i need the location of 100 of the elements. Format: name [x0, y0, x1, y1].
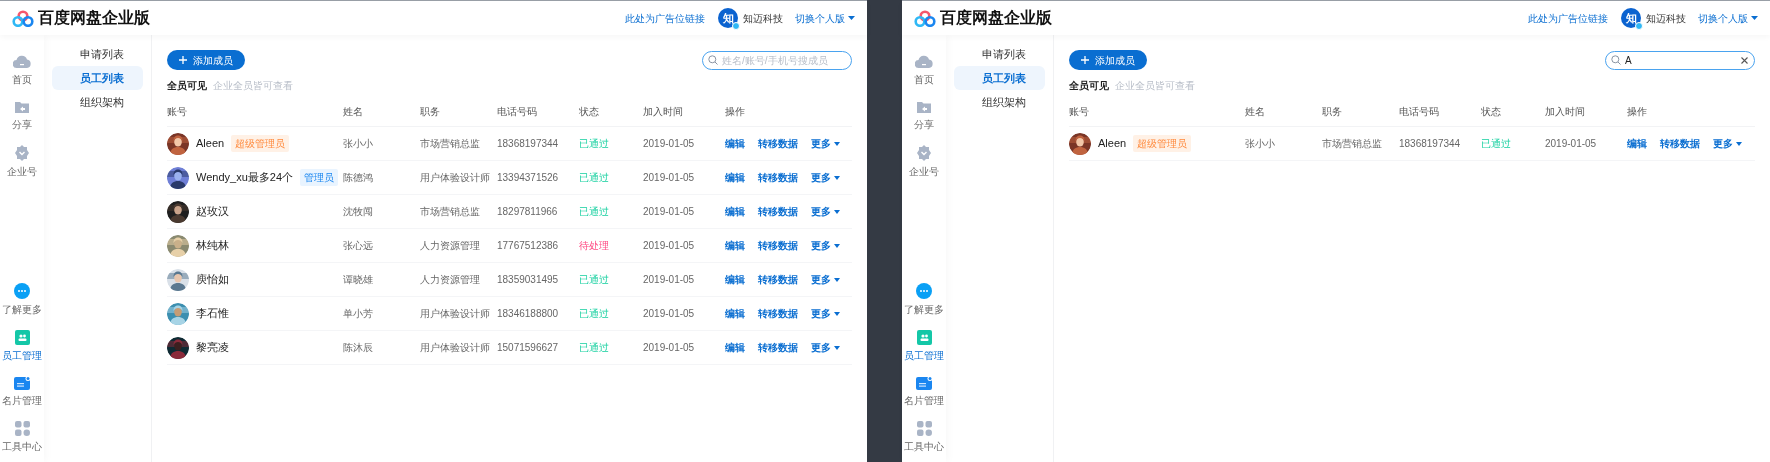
- action-link[interactable]: 更多: [811, 170, 840, 185]
- action-link[interactable]: 转移数据: [758, 204, 798, 219]
- rail-item[interactable]: 员工管理: [904, 330, 944, 363]
- table-cell-text: 18368197344: [497, 137, 559, 151]
- role-badge: 超级管理员: [231, 135, 290, 152]
- rail-item[interactable]: 首页: [12, 55, 32, 87]
- table-cell-text: 2019-01-05: [643, 239, 695, 253]
- rail-item[interactable]: 分享: [12, 100, 32, 132]
- column-header: 操作: [725, 105, 745, 119]
- table-cell-text: 陈沐辰: [343, 341, 373, 355]
- column-header: 操作: [1627, 105, 1647, 119]
- action-link[interactable]: 更多: [811, 272, 840, 287]
- rail-item[interactable]: 首页: [914, 55, 934, 87]
- ad-link[interactable]: 此处为广告位链接: [625, 10, 705, 26]
- company-avatar[interactable]: 知: [718, 8, 738, 28]
- rail-item[interactable]: 名片管理: [904, 376, 944, 408]
- subnav-item[interactable]: 员工列表: [52, 66, 143, 90]
- company-name: 知迈科技: [743, 11, 783, 26]
- table-cell-text: 18297811966: [497, 205, 558, 219]
- column-header: 账号: [167, 105, 187, 119]
- table-cell-text: 张心远: [343, 239, 373, 253]
- table-cell-text: 人力资源管理: [420, 273, 480, 287]
- visibility-label: 全员可见: [167, 79, 207, 93]
- app-title: 百度网盘企业版: [38, 8, 150, 28]
- ad-link[interactable]: 此处为广告位链接: [1528, 10, 1608, 26]
- column-header: 姓名: [343, 105, 363, 119]
- rail-item[interactable]: 企业号: [7, 145, 37, 179]
- table-cell-text: 谭晓雄: [343, 273, 373, 287]
- action-link[interactable]: 编辑: [725, 306, 745, 321]
- action-link[interactable]: 转移数据: [758, 340, 798, 355]
- action-link[interactable]: 转移数据: [758, 170, 798, 185]
- rail-item[interactable]: 了解更多: [2, 283, 42, 317]
- column-header: 职务: [420, 105, 440, 119]
- action-link[interactable]: 转移数据: [758, 136, 798, 151]
- table-cell-text: 人力资源管理: [420, 239, 480, 253]
- rail-item[interactable]: 企业号: [909, 145, 939, 179]
- table-cell-text: 张小小: [343, 137, 373, 151]
- account-name: Aleen: [196, 136, 225, 152]
- table-cell-text: 18346188800: [497, 307, 559, 321]
- app-title: 百度网盘企业版: [940, 8, 1052, 28]
- status-text: 已通过: [579, 341, 609, 355]
- table-cell-text: 15071596627: [497, 341, 559, 355]
- action-link[interactable]: 更多: [811, 340, 840, 355]
- action-link[interactable]: 更多: [1713, 136, 1742, 151]
- account-name: 黎亮凌: [196, 340, 229, 356]
- action-link[interactable]: 转移数据: [758, 238, 798, 253]
- table-cell-text: 2019-01-05: [643, 171, 695, 185]
- action-link[interactable]: 转移数据: [758, 272, 798, 287]
- action-link[interactable]: 编辑: [725, 272, 745, 287]
- rail-item[interactable]: 了解更多: [904, 283, 944, 317]
- status-text: 已通过: [579, 171, 609, 185]
- subnav-item[interactable]: 员工列表: [954, 66, 1045, 90]
- account-name: 赵玫汉: [196, 204, 229, 220]
- status-text: 已通过: [579, 307, 609, 321]
- rail-item[interactable]: 工具中心: [2, 421, 42, 454]
- action-link[interactable]: 更多: [811, 306, 840, 321]
- table-cell-text: 2019-01-05: [643, 137, 695, 151]
- action-link[interactable]: 编辑: [1627, 136, 1647, 151]
- subnav-item[interactable]: 组织架构: [52, 90, 143, 114]
- table-cell-text: 2019-01-05: [1545, 137, 1597, 151]
- rail-item[interactable]: 名片管理: [2, 376, 42, 408]
- action-link[interactable]: 编辑: [725, 136, 745, 151]
- table-cell-text: 沈牧闯: [343, 205, 373, 219]
- action-link[interactable]: 编辑: [725, 170, 745, 185]
- column-header: 状态: [1481, 105, 1501, 119]
- subnav-item[interactable]: 申请列表: [954, 42, 1045, 66]
- subnav-item[interactable]: 组织架构: [954, 90, 1045, 114]
- table-cell-text: 用户体验设计师: [420, 341, 490, 355]
- table-cell-text: 单小芳: [343, 307, 373, 321]
- rail-item[interactable]: 工具中心: [904, 421, 944, 454]
- table-cell-text: 市场营销总监: [420, 205, 480, 219]
- switch-button[interactable]: 切换个人版: [1698, 10, 1758, 26]
- account-name: 李石惟: [196, 306, 229, 322]
- add-member-button[interactable]: 添加成员: [167, 50, 245, 70]
- column-header: 电话号码: [1399, 105, 1439, 119]
- company-avatar[interactable]: 知: [1621, 8, 1641, 28]
- rail-item[interactable]: 分享: [914, 100, 934, 132]
- table-cell-text: 17767512386: [497, 239, 559, 253]
- column-header: 电话号码: [497, 105, 537, 119]
- visibility-label: 全员可见: [1069, 79, 1109, 93]
- action-link[interactable]: 更多: [811, 238, 840, 253]
- search-field[interactable]: 姓名/账号/手机号搜成员: [702, 50, 852, 70]
- table-cell-text: 用户体验设计师: [420, 171, 490, 185]
- status-text: 已通过: [579, 137, 609, 151]
- switch-button[interactable]: 切换个人版: [795, 10, 855, 26]
- search-field[interactable]: A: [1605, 50, 1755, 70]
- table-cell-text: 2019-01-05: [643, 273, 695, 287]
- action-link[interactable]: 更多: [811, 204, 840, 219]
- action-link[interactable]: 编辑: [725, 204, 745, 219]
- action-link[interactable]: 更多: [811, 136, 840, 151]
- action-link[interactable]: 转移数据: [758, 306, 798, 321]
- rail-item[interactable]: 员工管理: [2, 330, 42, 363]
- action-link[interactable]: 编辑: [725, 340, 745, 355]
- action-link[interactable]: 转移数据: [1660, 136, 1700, 151]
- status-text: 已通过: [579, 205, 609, 219]
- role-badge: 管理员: [300, 169, 338, 186]
- subnav-item[interactable]: 申请列表: [52, 42, 143, 66]
- table-cell-text: 陈德鸿: [343, 171, 373, 185]
- add-member-button[interactable]: 添加成员: [1069, 50, 1147, 70]
- action-link[interactable]: 编辑: [725, 238, 745, 253]
